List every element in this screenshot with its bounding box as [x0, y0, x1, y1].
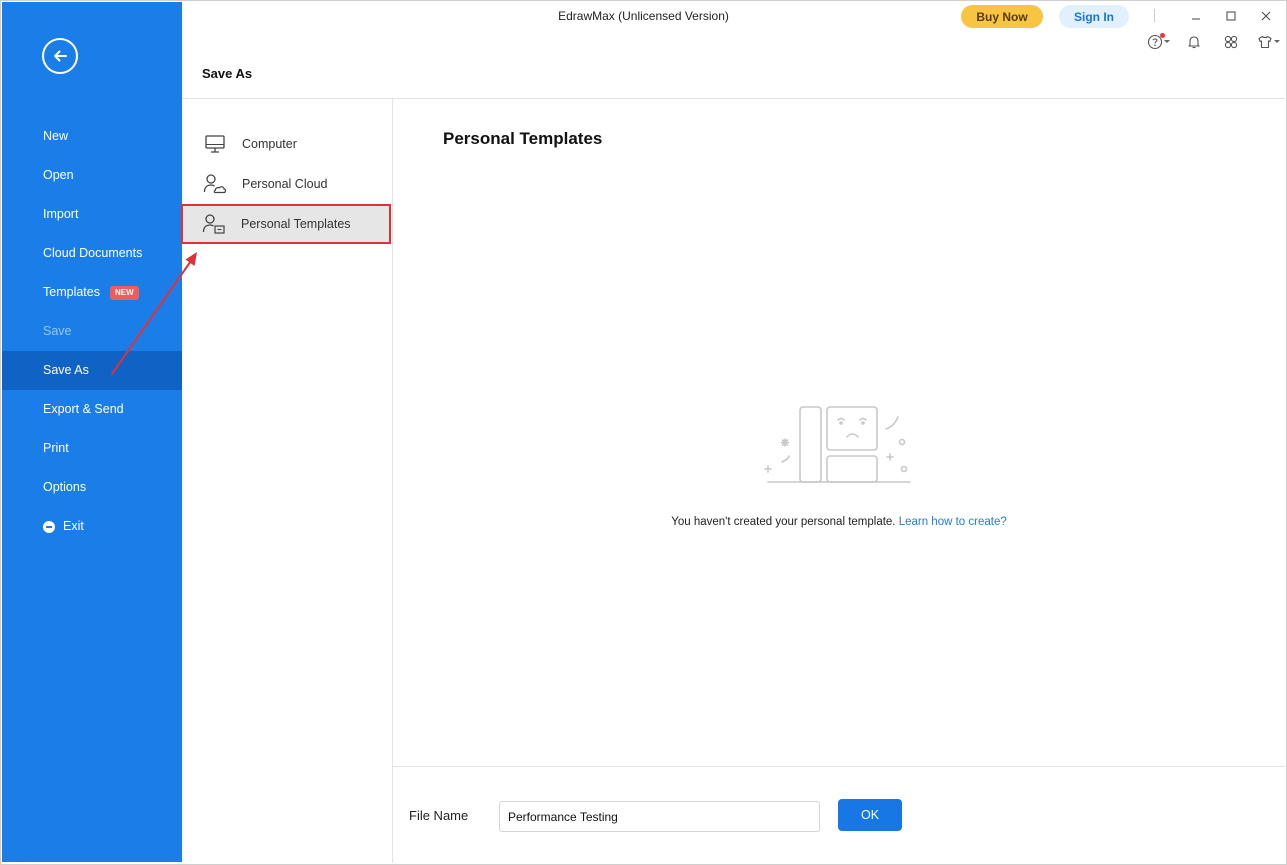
sidebar-item-open[interactable]: Open [2, 156, 182, 195]
personal-cloud-icon [203, 172, 227, 196]
location-label: Computer [242, 137, 297, 151]
notification-dot [1160, 33, 1165, 38]
sidebar-item-label: Templates [43, 285, 100, 299]
sidebar-item-label: Export & Send [43, 402, 124, 416]
chevron-down-icon [1164, 40, 1170, 43]
save-location-list: Computer Personal Cloud Personal Templat… [181, 124, 392, 244]
notifications-button[interactable] [1183, 32, 1205, 52]
sidebar-item-new[interactable]: New [2, 117, 182, 156]
help-button[interactable] [1144, 32, 1170, 52]
bell-icon [1188, 36, 1200, 49]
footer-divider [393, 766, 1285, 767]
sidebar-item-save-as[interactable]: Save As [2, 351, 182, 390]
learn-how-link[interactable]: Learn how to create? [899, 516, 1007, 528]
empty-state-message: You haven't created your personal templa… [393, 516, 1285, 528]
ok-button[interactable]: OK [838, 799, 902, 831]
sidebar-item-cloud-documents[interactable]: Cloud Documents [2, 234, 182, 273]
sidebar-item-label: Cloud Documents [43, 246, 143, 260]
sidebar: New Open Import Cloud Documents Template… [2, 2, 182, 862]
header-divider [182, 98, 1285, 99]
sidebar-item-label: Print [43, 441, 69, 455]
personal-template-icon [202, 212, 226, 236]
page-title: Save As [202, 66, 253, 81]
close-button[interactable] [1256, 6, 1276, 26]
sidebar-item-options[interactable]: Options [2, 468, 182, 507]
minimize-icon [1192, 18, 1200, 20]
back-arrow-icon [54, 50, 67, 62]
section-title: Personal Templates [443, 129, 603, 148]
location-computer[interactable]: Computer [182, 124, 392, 164]
file-name-label: File Name [409, 808, 469, 823]
sidebar-item-templates[interactable]: Templates NEW [2, 273, 182, 312]
location-label: Personal Templates [241, 217, 351, 231]
panel-divider [392, 99, 393, 863]
sidebar-item-label: New [43, 129, 69, 143]
empty-state-text: You haven't created your personal templa… [671, 516, 896, 528]
titlebar-divider [1154, 9, 1155, 22]
location-personal-cloud[interactable]: Personal Cloud [182, 164, 392, 204]
file-name-input[interactable] [499, 801, 820, 832]
sidebar-item-label: Exit [63, 519, 84, 533]
theme-shirt-icon [1258, 35, 1272, 49]
chevron-down-icon [1274, 40, 1280, 43]
minimize-button[interactable] [1186, 6, 1206, 26]
sidebar-nav: New Open Import Cloud Documents Template… [2, 117, 182, 546]
maximize-button[interactable] [1221, 6, 1241, 26]
sign-in-button[interactable]: Sign In [1059, 5, 1129, 28]
apps-icon [1224, 35, 1238, 49]
location-personal-templates[interactable]: Personal Templates [181, 204, 391, 244]
exit-icon [43, 520, 55, 533]
location-label: Personal Cloud [242, 177, 328, 191]
sidebar-item-export-send[interactable]: Export & Send [2, 390, 182, 429]
sidebar-item-label: Save [43, 324, 72, 338]
empty-state-illustration [764, 406, 911, 483]
maximize-icon [1226, 11, 1236, 21]
new-badge: NEW [109, 285, 139, 300]
sidebar-item-label: Save As [43, 363, 89, 377]
computer-icon [203, 132, 227, 156]
sidebar-item-label: Options [43, 480, 87, 494]
sidebar-item-exit[interactable]: Exit [2, 507, 182, 546]
sidebar-item-import[interactable]: Import [2, 195, 182, 234]
apps-button[interactable] [1220, 32, 1242, 52]
sidebar-item-label: Open [43, 168, 74, 182]
close-icon [1261, 11, 1271, 21]
buy-now-button[interactable]: Buy Now [961, 5, 1043, 28]
sidebar-item-label: Import [43, 207, 79, 221]
back-button[interactable] [42, 38, 78, 74]
sidebar-item-print[interactable]: Print [2, 429, 182, 468]
theme-button[interactable] [1254, 32, 1280, 52]
sidebar-item-save[interactable]: Save [2, 312, 182, 351]
